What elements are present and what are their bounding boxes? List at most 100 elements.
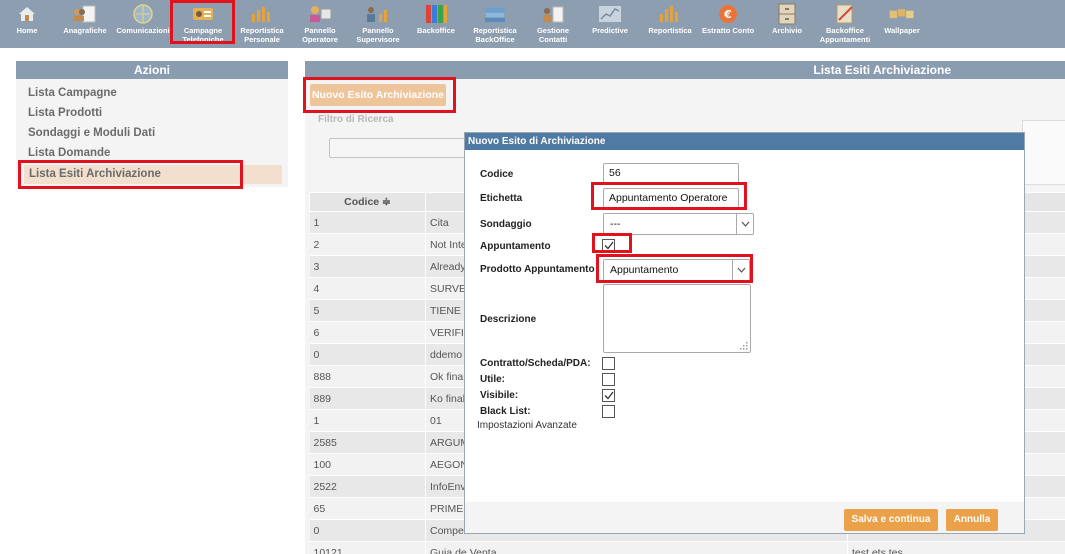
blacklist-checkbox[interactable] bbox=[602, 405, 615, 418]
cell-codice: 1 bbox=[309, 409, 426, 432]
utile-label: Utile: bbox=[480, 374, 505, 385]
toolbar-pannello-operatore[interactable]: Pannello Operatore bbox=[296, 0, 344, 48]
books-icon bbox=[481, 3, 509, 25]
codice-label: Codice bbox=[480, 169, 514, 180]
new-esito-button[interactable]: Nuovo Esito Archiviazione bbox=[310, 84, 446, 106]
toolbar-wallpaper[interactable]: Wallpaper bbox=[878, 0, 926, 48]
cell-codice: 2585 bbox=[309, 431, 426, 454]
sidebar-item-lista-domande[interactable]: Lista Domande bbox=[28, 147, 110, 159]
toolbar-reportistica-personale[interactable]: Reportistica Personale bbox=[236, 0, 288, 48]
toolbar-pannello-supervisore[interactable]: Pannello Supervisore bbox=[351, 0, 405, 48]
visibile-checkbox[interactable] bbox=[602, 389, 615, 402]
sondaggio-selected-value: --- bbox=[610, 218, 621, 230]
toolbar-label: Predictive bbox=[592, 26, 628, 35]
nuovo-esito-dialog: Nuovo Esito di Archiviazione Codice 56 E… bbox=[464, 132, 1025, 534]
table-row[interactable]: 10121 Guia de Venta test ets tes bbox=[309, 541, 1065, 554]
cell-codice: 5 bbox=[309, 299, 426, 322]
sidebar-item-lista-esiti-archiviazione[interactable]: Lista Esiti Archiviazione bbox=[24, 165, 282, 184]
page-title: Lista Esiti Archiviazione bbox=[305, 61, 1065, 79]
toolbar-label: Archivio bbox=[771, 26, 802, 35]
sidebar-item-lista-prodotti[interactable]: Lista Prodotti bbox=[28, 107, 102, 119]
toolbar-reportistica-backoffice[interactable]: Reportistica BackOffice bbox=[466, 0, 524, 48]
toolbar-campagne-telefoniche[interactable]: Campagne Telefoniche bbox=[174, 0, 232, 48]
sidebar-item-lista-campagne[interactable]: Lista Campagne bbox=[28, 87, 117, 99]
sidebar-item-sondaggi-moduli[interactable]: Sondaggi e Moduli Dati bbox=[28, 127, 155, 139]
prodotto-selected-value: Appuntamento bbox=[610, 264, 679, 276]
contacts-manage-icon bbox=[539, 3, 567, 25]
utile-checkbox[interactable] bbox=[602, 373, 615, 386]
save-continue-button[interactable]: Salva e continua bbox=[844, 509, 938, 531]
wallpaper-icon bbox=[888, 3, 916, 25]
codice-field[interactable]: 56 bbox=[603, 163, 739, 184]
cell-codice: 2522 bbox=[309, 475, 426, 498]
toolbar-label: Backoffice bbox=[417, 26, 455, 35]
chevron-down-icon bbox=[732, 260, 749, 280]
checkmark-icon bbox=[604, 241, 614, 250]
toolbar-label: Gestione Contatti bbox=[536, 26, 570, 44]
cell-codice: 10121 bbox=[309, 541, 426, 554]
toolbar-label: Wallpaper bbox=[884, 26, 920, 35]
toolbar-label: Anagrafiche bbox=[63, 26, 107, 35]
prodotto-appuntamento-select[interactable]: Appuntamento bbox=[603, 259, 750, 281]
advanced-settings-link[interactable]: Impostazioni Avanzate bbox=[477, 420, 577, 431]
toolbar-reportistica[interactable]: Reportistica bbox=[645, 0, 695, 48]
filter-input[interactable] bbox=[329, 138, 469, 158]
home-icon bbox=[13, 3, 41, 25]
toolbar-estratto-conto[interactable]: € Estratto Conto bbox=[700, 0, 756, 48]
filter-panel-edge bbox=[1022, 120, 1065, 185]
main-toolbar: Home Anagrafiche Comunicazioni Campagne … bbox=[0, 0, 1065, 48]
cell-codice: 2 bbox=[309, 233, 426, 256]
etichetta-label: Etichetta bbox=[480, 193, 523, 204]
operator-icon bbox=[306, 3, 334, 25]
column-header-codice[interactable]: Codice ≑ bbox=[309, 192, 426, 212]
toolbar-label: Reportistica BackOffice bbox=[473, 26, 517, 44]
toolbar-label: Backoffice Appuntamenti bbox=[819, 26, 871, 44]
cell-codice: 4 bbox=[309, 277, 426, 300]
descrizione-field[interactable] bbox=[603, 284, 751, 353]
cell-codice: 3 bbox=[309, 255, 426, 278]
bar-chart-icon bbox=[248, 3, 276, 25]
appuntamento-checkbox[interactable] bbox=[602, 239, 615, 252]
toolbar-comunicazioni[interactable]: Comunicazioni bbox=[116, 0, 170, 48]
cell-codice: 0 bbox=[309, 519, 426, 542]
svg-text:€: € bbox=[723, 8, 732, 21]
toolbar-predictive[interactable]: Predictive bbox=[588, 0, 632, 48]
toolbar-backoffice[interactable]: Backoffice bbox=[412, 0, 460, 48]
sondaggio-label: Sondaggio bbox=[480, 219, 532, 230]
etichetta-field[interactable]: Appuntamento Operatore bbox=[603, 188, 739, 209]
notepad-icon bbox=[831, 3, 859, 25]
checkmark-icon bbox=[604, 391, 614, 400]
toolbar-label: Pannello Supervisore bbox=[356, 26, 400, 44]
cell-codice: 1 bbox=[309, 211, 426, 234]
prodotto-appuntamento-label: Prodotto Appuntamento bbox=[480, 264, 595, 275]
toolbar-home[interactable]: Home bbox=[12, 0, 42, 48]
toolbar-archivio[interactable]: Archivio bbox=[768, 0, 806, 48]
cell-codice: 0 bbox=[309, 343, 426, 366]
toolbar-label: Reportistica Personale bbox=[240, 26, 284, 44]
toolbar-anagrafiche[interactable]: Anagrafiche bbox=[62, 0, 108, 48]
cell-codice: 6 bbox=[309, 321, 426, 344]
sondaggio-select[interactable]: --- bbox=[603, 213, 754, 235]
toolbar-gestione-contatti[interactable]: Gestione Contatti bbox=[530, 0, 576, 48]
contratto-label: Contratto/Scheda/PDA: bbox=[480, 358, 591, 369]
resize-grip-icon[interactable] bbox=[740, 342, 748, 350]
descrizione-label: Descrizione bbox=[480, 314, 537, 325]
cancel-button[interactable]: Annulla bbox=[946, 509, 998, 531]
toolbar-backoffice-appuntamenti[interactable]: Backoffice Appuntamenti bbox=[816, 0, 874, 48]
cell-descrizione: test ets tes bbox=[847, 541, 1065, 554]
cell-etichetta: Guia de Venta bbox=[425, 541, 848, 554]
dialog-footer bbox=[465, 502, 1024, 533]
actions-panel: Azioni Lista Campagne Lista Prodotti Son… bbox=[16, 61, 288, 187]
dialog-title: Nuovo Esito di Archiviazione bbox=[465, 133, 1024, 150]
toolbar-label: Campagne Telefoniche bbox=[182, 26, 224, 44]
globe-icon bbox=[129, 3, 157, 25]
chevron-down-icon bbox=[736, 214, 753, 234]
contratto-checkbox[interactable] bbox=[602, 357, 615, 370]
cell-codice: 888 bbox=[309, 365, 426, 388]
visibile-label: Visibile: bbox=[480, 390, 519, 401]
binders-icon bbox=[422, 3, 450, 25]
supervisor-icon bbox=[364, 3, 392, 25]
contacts-icon bbox=[71, 3, 99, 25]
cell-codice: 65 bbox=[309, 497, 426, 520]
appuntamento-label: Appuntamento bbox=[480, 241, 551, 252]
